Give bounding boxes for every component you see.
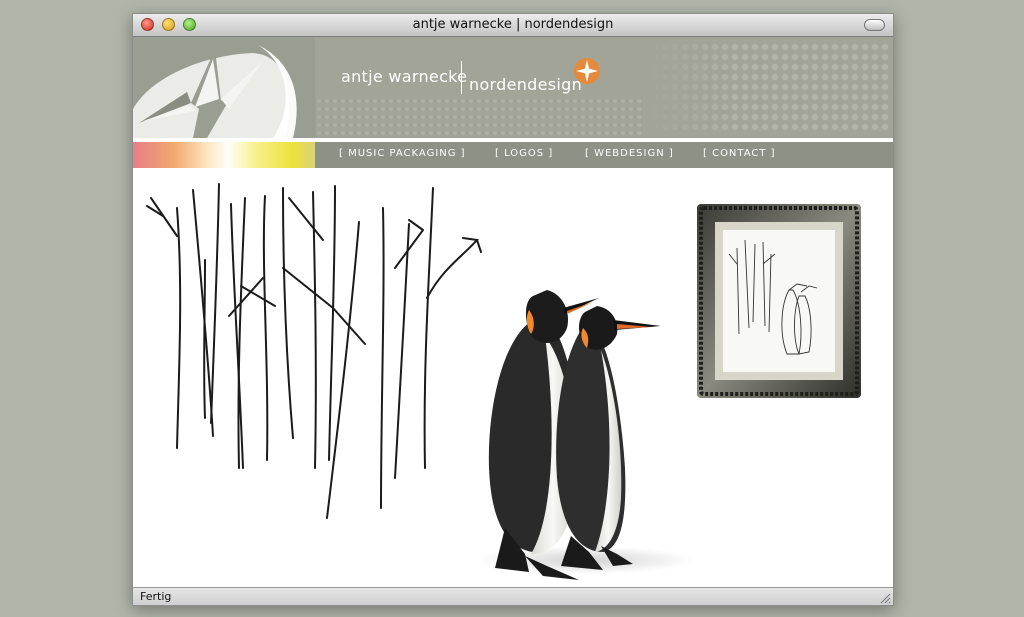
color-gradient-strip — [133, 142, 315, 168]
title-bar[interactable]: antje warnecke | nordendesign — [133, 14, 893, 37]
illustration-area — [133, 168, 893, 587]
nav-logos[interactable]: [ LOGOS ] — [495, 148, 553, 159]
penguin-front — [556, 306, 661, 570]
bird-logo-icon — [133, 37, 315, 138]
dot-pattern — [650, 42, 890, 134]
brand-name: antje warnecke — [341, 67, 468, 86]
page-content: antje warnecke nordendesign [ MUSIC PACK… — [133, 37, 893, 587]
framed-picture — [697, 204, 861, 398]
brand-design: nordendesign — [469, 75, 583, 94]
window-title: antje warnecke | nordendesign — [412, 17, 614, 32]
nav-contact[interactable]: [ CONTACT ] — [703, 148, 776, 159]
nav-webdesign[interactable]: [ WEBDESIGN ] — [585, 148, 674, 159]
status-text: Fertig — [140, 590, 172, 603]
orange-star-icon — [574, 58, 600, 84]
toolbar-toggle-button[interactable] — [864, 19, 885, 31]
header-banner: antje warnecke nordendesign — [315, 37, 893, 138]
nav-music-packaging[interactable]: [ MUSIC PACKAGING ] — [339, 148, 466, 159]
browser-window: antje warnecke | nordendesign antje warn… — [132, 13, 894, 606]
main-nav: [ MUSIC PACKAGING ] [ LOGOS ] [ WEBDESIG… — [315, 142, 893, 168]
logo-box[interactable] — [133, 37, 315, 138]
penguin-scene-illustration — [146, 183, 861, 580]
dot-pattern-bottom — [315, 97, 645, 137]
resize-grip-icon[interactable] — [879, 592, 891, 604]
brand-divider — [461, 61, 462, 94]
tree-sketch — [146, 183, 482, 519]
status-bar: Fertig — [133, 587, 893, 605]
